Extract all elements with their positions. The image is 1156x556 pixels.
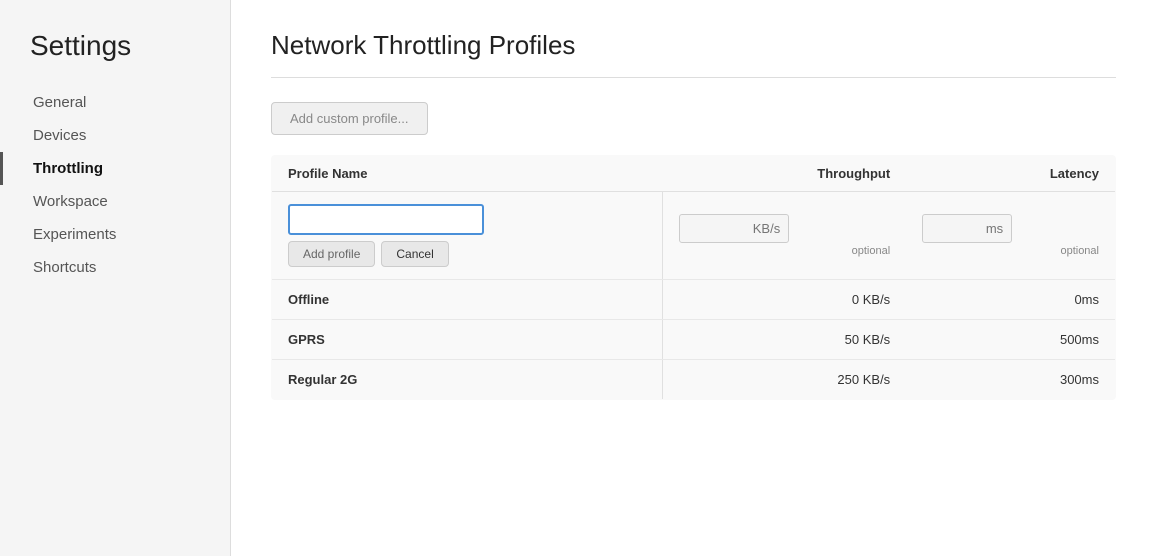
table-row: GPRS 50 KB/s 500ms: [272, 320, 1116, 360]
sidebar-item-label: Shortcuts: [33, 259, 96, 276]
sidebar-title: Settings: [0, 30, 230, 86]
latency-cell: 300ms: [906, 360, 1115, 400]
latency-optional-label: optional: [922, 243, 1099, 257]
col-header-profile-name: Profile Name: [272, 156, 663, 192]
sidebar-item-experiments[interactable]: Experiments: [0, 218, 230, 251]
profile-name-input[interactable]: [288, 204, 484, 235]
page-title: Network Throttling Profiles: [271, 30, 1116, 61]
divider: [271, 77, 1116, 78]
latency-input-group: optional: [922, 214, 1099, 257]
sidebar-item-devices[interactable]: Devices: [0, 119, 230, 152]
profile-name-cell: Offline: [272, 280, 663, 320]
sidebar-item-throttling[interactable]: Throttling: [0, 152, 230, 185]
latency-cell: 500ms: [906, 320, 1115, 360]
throughput-cell: 250 KB/s: [663, 360, 906, 400]
throughput-cell: 50 KB/s: [663, 320, 906, 360]
add-profile-button[interactable]: Add profile: [288, 241, 375, 267]
sidebar-item-general[interactable]: General: [0, 86, 230, 119]
throughput-input-group: optional: [679, 214, 890, 257]
add-custom-profile-button[interactable]: Add custom profile...: [271, 102, 428, 135]
action-buttons: Add profile Cancel: [288, 241, 646, 267]
sidebar-item-label: Devices: [33, 127, 86, 144]
profile-name-cell: Regular 2G: [272, 360, 663, 400]
sidebar-item-shortcuts[interactable]: Shortcuts: [0, 251, 230, 284]
sidebar-item-label: Throttling: [33, 160, 103, 177]
throughput-optional-label: optional: [679, 243, 890, 257]
sidebar-item-label: Workspace: [33, 193, 108, 210]
latency-cell: 0ms: [906, 280, 1115, 320]
table-row: Regular 2G 250 KB/s 300ms: [272, 360, 1116, 400]
latency-input[interactable]: [922, 214, 1012, 243]
table-header-row: Profile Name Throughput Latency: [272, 156, 1116, 192]
add-profile-row: Add profile Cancel optional optional: [272, 192, 1116, 280]
main-content: Network Throttling Profiles Add custom p…: [230, 0, 1156, 556]
col-header-throughput: Throughput: [663, 156, 906, 192]
add-row-name-cell: Add profile Cancel: [272, 192, 663, 280]
sidebar-item-label: General: [33, 94, 86, 111]
table-row: Offline 0 KB/s 0ms: [272, 280, 1116, 320]
profiles-table: Profile Name Throughput Latency Add prof…: [271, 155, 1116, 400]
add-row-latency-cell: optional: [906, 192, 1115, 280]
sidebar-item-workspace[interactable]: Workspace: [0, 185, 230, 218]
profile-name-cell: GPRS: [272, 320, 663, 360]
throughput-cell: 0 KB/s: [663, 280, 906, 320]
sidebar-item-label: Experiments: [33, 226, 116, 243]
cancel-button[interactable]: Cancel: [381, 241, 448, 267]
sidebar: Settings General Devices Throttling Work…: [0, 0, 230, 556]
throughput-input[interactable]: [679, 214, 789, 243]
add-row-throughput-cell: optional: [663, 192, 906, 280]
col-header-latency: Latency: [906, 156, 1115, 192]
